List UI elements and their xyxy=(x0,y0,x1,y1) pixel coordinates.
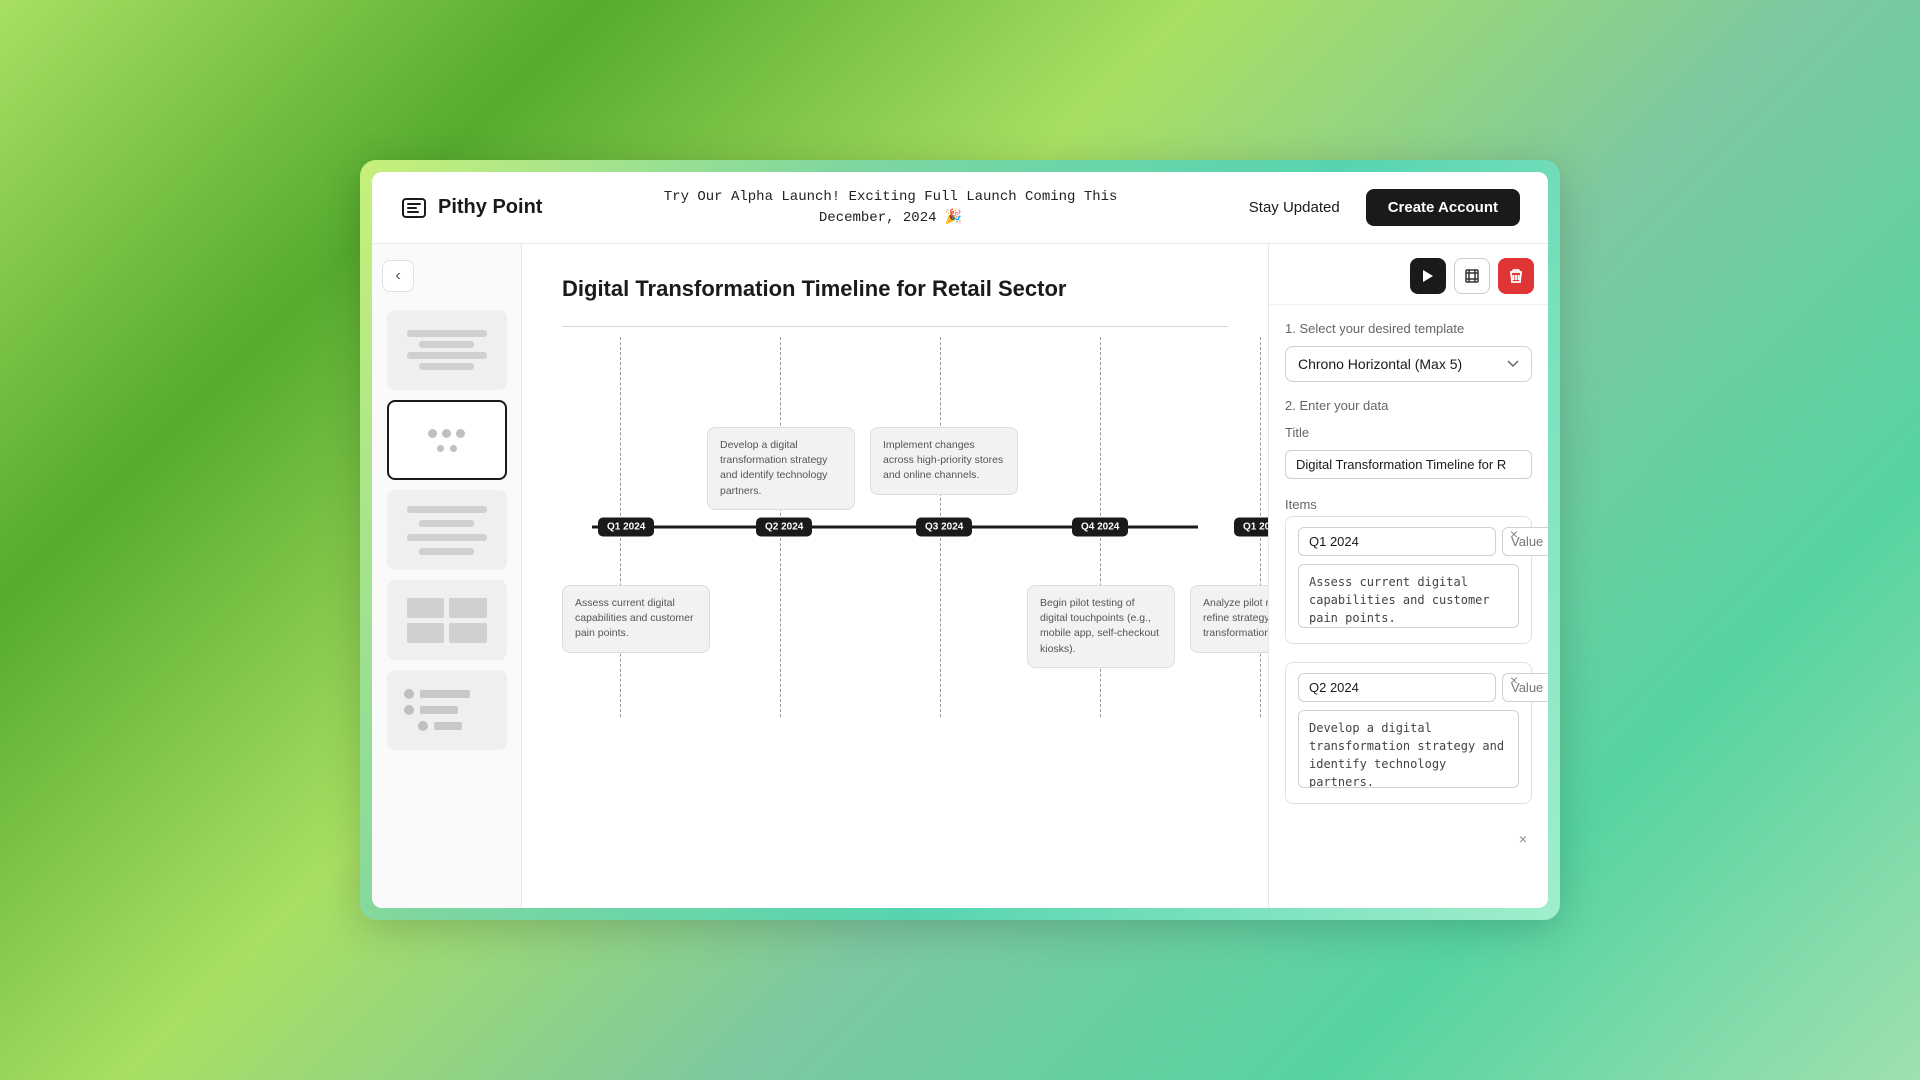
thumb-line-3c xyxy=(407,534,487,541)
q1-2024-label: Q1 2024 xyxy=(598,518,654,537)
sidebar: ‹ xyxy=(372,244,522,908)
item-2: × Develop a digital transformation strat… xyxy=(1285,662,1532,804)
logo-text: Pithy Point xyxy=(438,196,542,219)
panel-close-button[interactable]: × xyxy=(1514,830,1532,848)
item-1: × Assess current digital capabilities an… xyxy=(1285,516,1532,644)
item-block-1: × Assess current digital capabilities an… xyxy=(1269,516,1548,662)
item-2-key[interactable] xyxy=(1298,673,1496,702)
template-thumb-4[interactable] xyxy=(387,580,507,660)
thumb5-rect-1 xyxy=(420,690,470,698)
q2-2024-card: Develop a digital transformation strateg… xyxy=(707,427,855,510)
items-header: Items xyxy=(1269,497,1548,516)
item-1-header xyxy=(1298,527,1519,556)
thumb5-rect-3 xyxy=(434,722,462,730)
thumb5-dot-2 xyxy=(404,705,414,715)
q2-2024-label: Q2 2024 xyxy=(756,518,812,537)
thumb-row-1 xyxy=(437,445,457,452)
play-button[interactable] xyxy=(1410,258,1446,294)
q1-2025-label: Q1 2025 xyxy=(1234,518,1268,537)
timeline-visual: Q1 2024 Assess current digital capabilit… xyxy=(562,337,1228,717)
back-button[interactable]: ‹ xyxy=(382,260,414,292)
node-5: Q1 2025 xyxy=(1234,518,1268,537)
thumb-grid-4 xyxy=(449,623,487,643)
step2-section: 2. Enter your data xyxy=(1269,390,1548,425)
item-2-close[interactable]: × xyxy=(1505,671,1523,689)
thumb-grid-1 xyxy=(407,598,445,618)
thumb5-rect-2 xyxy=(420,706,458,714)
bottom-close-row: × xyxy=(1269,822,1548,856)
slide-title: Digital Transformation Timeline for Reta… xyxy=(562,276,1228,302)
logo-icon xyxy=(400,194,428,222)
thumb-small-dot-2 xyxy=(450,445,457,452)
thumb-dot-1 xyxy=(428,429,437,438)
template-thumb-2[interactable] xyxy=(387,400,507,480)
divider-line xyxy=(562,326,1228,327)
item-2-description[interactable]: Develop a digital transformation strateg… xyxy=(1298,710,1519,788)
node-4: Q4 2024 xyxy=(1072,518,1128,537)
thumb-line-short-2 xyxy=(419,363,474,370)
stay-updated-button[interactable]: Stay Updated xyxy=(1239,193,1350,222)
template-select-section: 1. Select your desired template Chrono H… xyxy=(1269,305,1548,390)
thumb-dot-3 xyxy=(456,429,465,438)
logo: Pithy Point xyxy=(400,194,542,222)
create-account-button[interactable]: Create Account xyxy=(1366,189,1520,226)
item-1-description[interactable]: Assess current digital capabilities and … xyxy=(1298,564,1519,628)
frame-button[interactable] xyxy=(1454,258,1490,294)
item-1-close[interactable]: × xyxy=(1505,525,1523,543)
q3-2024-label: Q3 2024 xyxy=(916,518,972,537)
thumb-small-dot-1 xyxy=(437,445,444,452)
banner-line2: December, 2024 🎉 xyxy=(819,210,962,226)
q3-2024-card: Implement changes across high-priority s… xyxy=(870,427,1018,495)
header: Pithy Point Try Our Alpha Launch! Exciti… xyxy=(372,172,1548,244)
body: ‹ xyxy=(372,244,1548,908)
thumb-line-3b xyxy=(419,520,474,527)
template-thumb-5[interactable] xyxy=(387,670,507,750)
thumb-grid-2 xyxy=(449,598,487,618)
node-3: Q3 2024 xyxy=(916,518,972,537)
thumb-dots-row xyxy=(428,429,465,438)
item-block-2: × Develop a digital transformation strat… xyxy=(1269,662,1548,822)
q1-2024-card: Assess current digital capabilities and … xyxy=(562,585,710,653)
thumb-grid-3 xyxy=(407,623,445,643)
panel-toolbar xyxy=(1269,244,1548,305)
title-label: Title xyxy=(1285,425,1532,440)
delete-button[interactable] xyxy=(1498,258,1534,294)
thumb5-dot-1 xyxy=(404,689,414,699)
step2-label: 2. Enter your data xyxy=(1285,398,1532,413)
title-input[interactable] xyxy=(1285,450,1532,479)
thumb-line-2 xyxy=(407,352,487,359)
banner-line1: Try Our Alpha Launch! Exciting Full Laun… xyxy=(664,189,1118,205)
q4-2024-card: Begin pilot testing of digital touchpoin… xyxy=(1027,585,1175,668)
thumb-line xyxy=(407,330,487,337)
right-panel: 1. Select your desired template Chrono H… xyxy=(1268,244,1548,908)
main-canvas: Digital Transformation Timeline for Reta… xyxy=(522,244,1268,908)
canvas-area: Digital Transformation Timeline for Reta… xyxy=(522,244,1268,908)
item-1-key[interactable] xyxy=(1298,527,1496,556)
node-2: Q2 2024 xyxy=(756,518,812,537)
node-1: Q1 2024 xyxy=(598,518,654,537)
header-actions: Stay Updated Create Account xyxy=(1239,189,1520,226)
q1-2025-card: Analyze pilot results, refine strategy, … xyxy=(1190,585,1268,653)
thumb-line-3a xyxy=(407,506,487,513)
items-label: Items xyxy=(1285,497,1317,512)
thumb-dot-2 xyxy=(442,429,451,438)
step1-label: 1. Select your desired template xyxy=(1285,321,1532,336)
thumb-line-short xyxy=(419,341,474,348)
template-thumb-3[interactable] xyxy=(387,490,507,570)
q4-2024-label: Q4 2024 xyxy=(1072,518,1128,537)
header-banner: Try Our Alpha Launch! Exciting Full Laun… xyxy=(566,187,1214,229)
thumb-line-3d xyxy=(419,548,474,555)
back-icon: ‹ xyxy=(395,267,400,285)
item-2-header xyxy=(1298,673,1519,702)
template-thumb-1[interactable] xyxy=(387,310,507,390)
template-select[interactable]: Chrono Horizontal (Max 5) xyxy=(1285,346,1532,382)
thumb5-dot-3 xyxy=(418,721,428,731)
data-section: Title xyxy=(1269,425,1548,497)
